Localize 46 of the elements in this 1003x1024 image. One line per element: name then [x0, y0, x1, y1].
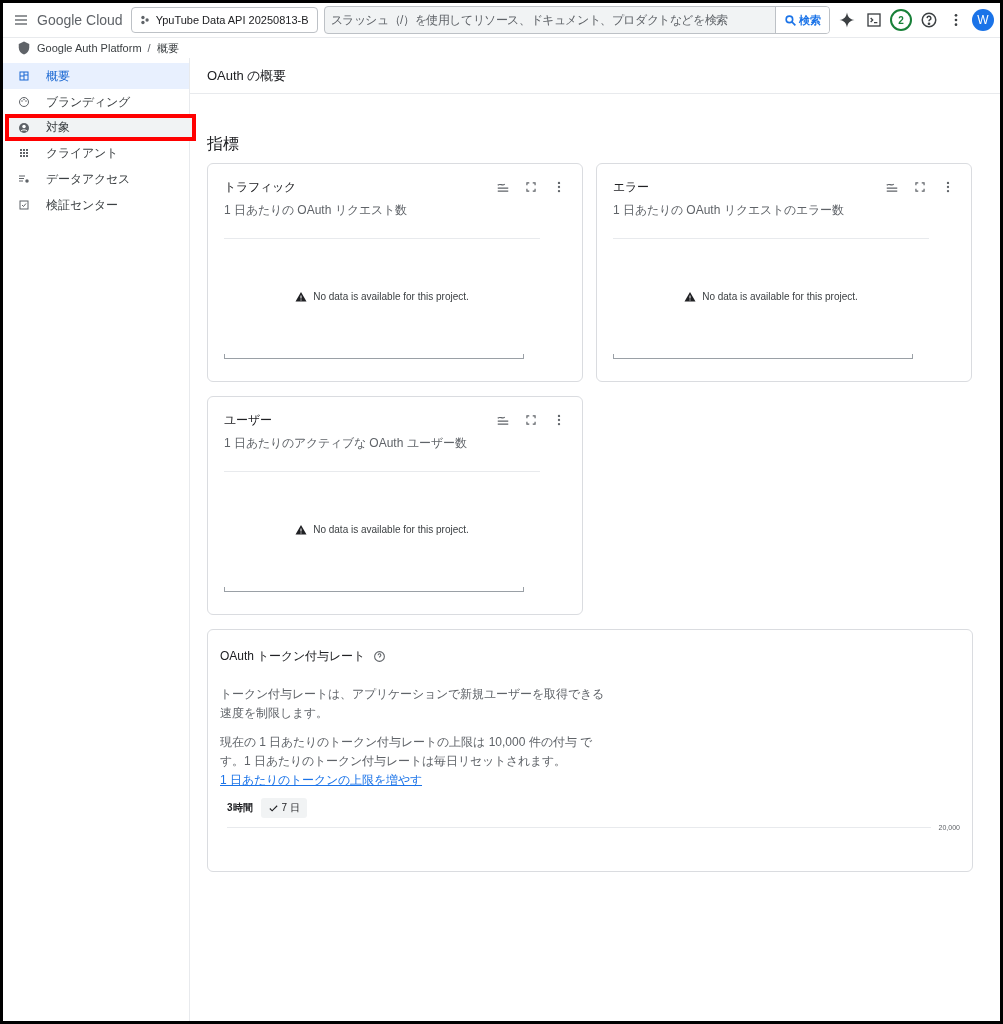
sidebar-item[interactable]: 検証センター	[3, 192, 189, 218]
empty-message: No data is available for this project.	[313, 291, 469, 302]
dashboard-icon	[18, 70, 30, 82]
search-icon	[784, 13, 797, 27]
notification-badge[interactable]: 2	[890, 9, 912, 31]
range-chip[interactable]: 7 日	[260, 798, 307, 818]
limit-text: 現在の 1 日あたりのトークン付与レートの上限は 10,000 件の付与 です。1 日あたりのトークン付与レートは毎日リセットされます。 1 日あたりのトークンの上限を増やす	[220, 734, 594, 789]
card-title: OAuth トークン付与レート	[220, 648, 366, 665]
breadcrumb-separator: /	[147, 42, 151, 54]
empty-message: No data is available for this project.	[313, 524, 469, 535]
card-subtitle: 1 日あたりの OAuth リクエスト数	[224, 202, 408, 219]
range-chip[interactable]: 3時間	[225, 798, 255, 818]
search-button[interactable]: 検索	[775, 7, 829, 33]
card-subtitle: 1 日あたりの OAuth リクエストのエラー数	[613, 202, 845, 219]
increase-limit-link[interactable]: 1 日あたりのトークンの上限を増やす	[220, 773, 422, 787]
help-icon[interactable]	[373, 650, 387, 663]
sidebar-item[interactable]: ブランディング	[3, 89, 189, 115]
card-title: トラフィック	[224, 178, 297, 196]
breadcrumb-link[interactable]: Google Auth Platform	[37, 42, 142, 54]
warning-icon	[295, 523, 308, 536]
warning-icon	[684, 290, 697, 303]
person-icon	[18, 121, 30, 134]
list-settings-icon	[18, 173, 30, 185]
sidebar-item[interactable]: 対象	[6, 115, 195, 140]
avatar[interactable]: W	[972, 9, 994, 31]
card-subtitle: 1 日あたりのアクティブな OAuth ユーザー数	[224, 435, 468, 452]
card-title: エラー	[613, 178, 650, 196]
logo[interactable]: Google Cloud	[37, 12, 123, 28]
page-title: OAuth の概要	[190, 58, 1000, 94]
breadcrumb-link[interactable]: 概要	[156, 40, 179, 56]
search-field[interactable]: スラッシュ（/）を使用してリソース、ドキュメント、プロダクトなどを検索 検索	[323, 6, 830, 34]
sidebar-item[interactable]: 概要	[3, 63, 189, 89]
terminal-icon[interactable]	[864, 10, 884, 30]
section-title: 指標	[207, 134, 240, 154]
shield-icon	[17, 41, 31, 55]
check-icon	[267, 802, 279, 814]
project-icon	[139, 15, 150, 25]
sidebar-item[interactable]: データアクセス	[3, 166, 189, 192]
warning-icon	[295, 290, 308, 303]
project-selector[interactable]: YpuTube Data API 20250813-B	[130, 7, 318, 33]
empty-message: No data is available for this project.	[702, 291, 858, 302]
description-text: トークン付与レートは、アプリケーションで新規ユーザーを取得できる速度を制限します。	[220, 686, 605, 722]
card-title: ユーザー	[224, 411, 273, 429]
sidebar-item[interactable]: クライアント	[3, 140, 189, 166]
checkbox-icon	[18, 199, 30, 211]
grid-icon	[18, 147, 30, 159]
